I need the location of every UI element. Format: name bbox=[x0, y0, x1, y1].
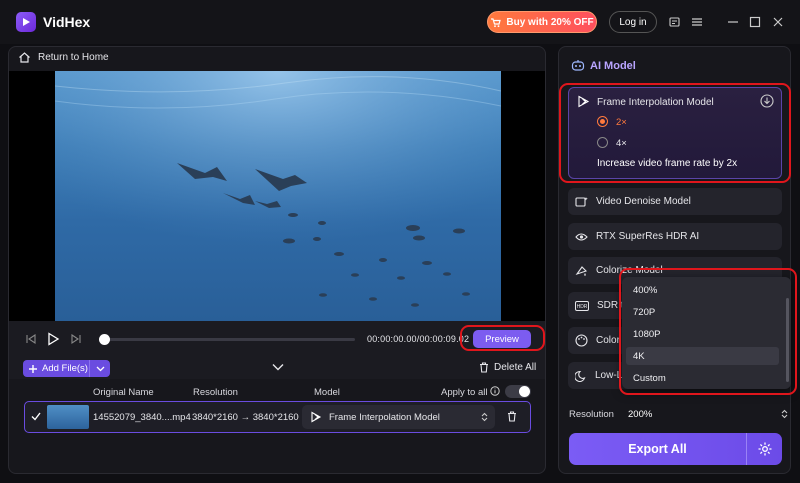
trash-icon bbox=[480, 362, 488, 373]
timecode: 00:00:00.00/00:00:09.02 bbox=[367, 334, 470, 344]
resolution-select-value[interactable]: 200% bbox=[628, 409, 652, 420]
model-card-highlight-box bbox=[559, 83, 791, 183]
previous-frame-icon[interactable] bbox=[25, 333, 37, 345]
minimize-icon[interactable] bbox=[727, 16, 739, 28]
gear-icon bbox=[758, 442, 771, 456]
add-files-dropdown[interactable] bbox=[89, 360, 110, 377]
nvidia-icon bbox=[575, 232, 588, 241]
resolution-label: Resolution bbox=[569, 409, 614, 420]
select-updown-icon bbox=[481, 412, 488, 422]
buy-label: Buy with 20% OFF bbox=[506, 16, 594, 28]
plus-icon bbox=[29, 364, 37, 373]
close-icon[interactable] bbox=[772, 16, 784, 28]
svg-text:HDR: HDR bbox=[577, 304, 588, 310]
return-home-link[interactable]: Return to Home bbox=[18, 51, 109, 64]
hdr-icon: HDR bbox=[575, 300, 589, 311]
login-button[interactable]: Log in bbox=[609, 11, 657, 33]
delete-all-label: Delete All bbox=[494, 362, 537, 373]
video-frame bbox=[55, 71, 501, 321]
return-home-label: Return to Home bbox=[38, 52, 109, 63]
add-files-button[interactable]: Add File(s) bbox=[23, 360, 110, 377]
info-icon[interactable] bbox=[490, 386, 500, 396]
timeline-scrubber[interactable] bbox=[99, 334, 110, 345]
video-thumbnail bbox=[47, 405, 89, 429]
preview-button[interactable]: Preview bbox=[473, 330, 531, 348]
row-delete-icon[interactable] bbox=[507, 411, 517, 422]
column-header-name: Original Name bbox=[93, 387, 154, 398]
model-select-value: Frame Interpolation Model bbox=[329, 411, 440, 423]
column-header-resolution: Resolution bbox=[193, 387, 238, 398]
timeline-track[interactable] bbox=[103, 338, 355, 341]
add-files-label: Add File(s) bbox=[42, 363, 88, 374]
play-icon[interactable] bbox=[47, 332, 60, 346]
robot-icon bbox=[571, 60, 585, 71]
frame-interpolation-icon bbox=[311, 411, 322, 423]
palette-icon bbox=[575, 334, 588, 347]
file-name: 14552079_3840....mp4 bbox=[93, 412, 191, 423]
colorize-icon bbox=[575, 265, 588, 276]
home-icon bbox=[19, 52, 30, 63]
delete-all-button[interactable]: Delete All bbox=[479, 362, 536, 373]
column-header-model: Model bbox=[314, 387, 340, 398]
model-rtx-superres-label: RTX SuperRes HDR AI bbox=[596, 231, 700, 242]
ai-model-heading: AI Model bbox=[571, 59, 636, 72]
app-name: VidHex bbox=[43, 14, 91, 30]
model-select[interactable]: Frame Interpolation Model bbox=[302, 405, 495, 429]
model-rtx-superres[interactable]: RTX SuperRes HDR AI bbox=[568, 223, 782, 250]
denoise-icon bbox=[575, 196, 588, 207]
next-frame-icon[interactable] bbox=[70, 333, 82, 345]
model-video-denoise-label: Video Denoise Model bbox=[596, 196, 691, 207]
model-color-enhance-label: Color bbox=[596, 335, 620, 346]
model-video-denoise[interactable]: Video Denoise Model bbox=[568, 188, 782, 215]
ai-model-title: AI Model bbox=[590, 59, 636, 72]
maximize-icon[interactable] bbox=[749, 16, 761, 28]
app-logo-icon bbox=[16, 12, 36, 32]
moon-icon bbox=[575, 370, 586, 382]
export-all-button[interactable]: Export All bbox=[569, 433, 782, 465]
export-settings-button[interactable] bbox=[746, 433, 782, 465]
row-check-icon[interactable] bbox=[31, 412, 41, 421]
menu-icon[interactable] bbox=[691, 16, 703, 28]
dropdown-highlight-box bbox=[619, 268, 797, 395]
cart-icon bbox=[491, 17, 502, 27]
buy-discount-button[interactable]: Buy with 20% OFF bbox=[487, 11, 597, 33]
resolution-updown-icon[interactable] bbox=[781, 409, 788, 419]
collapse-chevron-icon[interactable] bbox=[272, 363, 284, 371]
chevron-down-icon bbox=[96, 366, 104, 371]
export-all-label: Export All bbox=[628, 442, 687, 456]
apply-all-toggle[interactable] bbox=[505, 385, 531, 398]
file-resolution: 3840*2160 → 3840*2160 bbox=[192, 412, 299, 423]
feedback-icon[interactable] bbox=[669, 16, 681, 28]
column-header-apply-all: Apply to all bbox=[441, 387, 488, 398]
